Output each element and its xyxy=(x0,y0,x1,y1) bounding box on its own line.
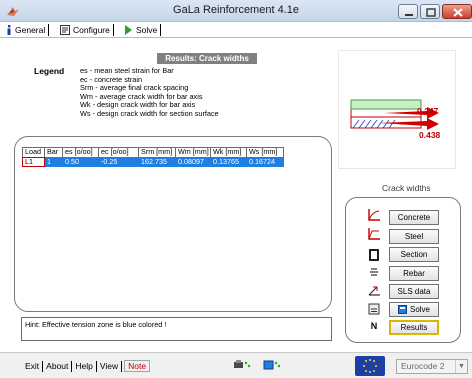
minimize-icon xyxy=(405,14,413,16)
concrete-diagram-icon[interactable] xyxy=(368,209,380,221)
legend-title: Legend xyxy=(34,66,65,76)
tab-separator xyxy=(160,24,162,36)
tab-bar: General Configure Solve xyxy=(0,22,472,38)
solve-button[interactable]: Solve xyxy=(389,302,439,317)
concrete-button[interactable]: Concrete xyxy=(389,210,439,225)
view-link[interactable]: View xyxy=(97,361,121,371)
eu-stars-icon xyxy=(363,359,377,373)
menu-separator xyxy=(121,360,123,372)
sls-data-button[interactable]: SLS data xyxy=(389,284,439,299)
column-header[interactable]: ec [o/oo] xyxy=(99,147,139,157)
tab-solve-label: Solve xyxy=(136,25,158,35)
design-code-value: Eurocode 2 xyxy=(401,361,445,371)
table-cell[interactable]: L1 xyxy=(22,157,45,167)
section-icon[interactable] xyxy=(368,249,380,261)
rebar-button[interactable]: Rebar xyxy=(389,266,439,281)
column-header[interactable]: Wm [mm] xyxy=(176,147,211,157)
tab-general-label: General xyxy=(15,25,46,35)
column-header[interactable]: Bar xyxy=(45,147,63,157)
section-title: Results: Crack widths xyxy=(157,53,257,64)
note-button[interactable]: Note xyxy=(124,360,151,372)
help-link[interactable]: Help xyxy=(72,361,95,371)
sls-data-icon[interactable] xyxy=(368,284,380,296)
tab-configure[interactable]: Configure xyxy=(60,24,114,36)
table-cell[interactable]: -0.25 xyxy=(99,157,139,167)
eu-flag-icon xyxy=(355,356,385,376)
section-diagram: 0.247 0.438 xyxy=(338,50,456,169)
crack-diagram-icon: 0.247 0.438 xyxy=(350,99,441,140)
play-icon xyxy=(125,25,132,35)
footer-menu: Exit About Help View Note xyxy=(22,360,151,372)
column-header[interactable]: Wk [mm] xyxy=(211,147,247,157)
table-header: Load Bar es [o/oo] ec [o/oo] Srm [mm] Wm… xyxy=(22,147,284,157)
about-link[interactable]: About xyxy=(43,361,71,371)
diagram-value-bottom: 0.438 xyxy=(419,130,441,140)
print-icon[interactable] xyxy=(233,359,251,371)
calculator-icon[interactable] xyxy=(368,303,380,315)
maximize-icon xyxy=(426,8,436,17)
table-cell[interactable]: 162.735 xyxy=(139,157,176,167)
legend-item: Ws - design crack width for section surf… xyxy=(80,108,219,118)
table-cell[interactable]: 0.08097 xyxy=(176,157,211,167)
maximize-button[interactable] xyxy=(420,4,440,19)
column-header[interactable]: Load xyxy=(22,147,45,157)
hint-box: Hint: Effective tension zone is blue col… xyxy=(21,317,332,341)
legend-list: es - mean steel strain for Bar ec - conc… xyxy=(80,66,219,119)
normal-force-icon[interactable]: N xyxy=(368,321,380,333)
chevron-down-icon[interactable]: ▼ xyxy=(455,360,467,373)
column-header[interactable]: Srm [mm] xyxy=(139,147,176,157)
close-icon xyxy=(453,8,463,17)
tab-separator xyxy=(112,24,114,36)
table-cell[interactable]: 0.13765 xyxy=(211,157,247,167)
tab-configure-label: Configure xyxy=(73,25,110,35)
close-button[interactable] xyxy=(442,4,472,19)
configure-icon xyxy=(60,25,70,35)
table-row[interactable]: L1 1 0.50 -0.25 162.735 0.08097 0.13765 … xyxy=(22,157,284,167)
steel-diagram-icon[interactable] xyxy=(368,228,380,240)
design-code-select[interactable]: Eurocode 2 ▼ xyxy=(396,359,468,374)
crack-widths-label: Crack widths xyxy=(382,183,431,193)
results-table[interactable]: Load Bar es [o/oo] ec [o/oo] Srm [mm] Wm… xyxy=(22,147,284,167)
exit-link[interactable]: Exit xyxy=(22,361,42,371)
solve-button-label: Solve xyxy=(409,305,430,314)
solve-icon xyxy=(397,305,407,314)
tab-separator xyxy=(48,24,50,36)
diagram-value-top: 0.247 xyxy=(417,106,439,116)
section-button[interactable]: Section xyxy=(389,247,439,262)
column-header[interactable]: Ws [mm] xyxy=(247,147,284,157)
info-icon xyxy=(7,25,11,35)
minimize-button[interactable] xyxy=(398,4,418,19)
table-cell[interactable]: 0.16724 xyxy=(247,157,284,167)
title-bar: GaLa Reinforcement 4.1e xyxy=(0,0,472,22)
table-cell[interactable]: 0.50 xyxy=(63,157,99,167)
table-cell[interactable]: 1 xyxy=(45,157,63,167)
results-button[interactable]: Results xyxy=(389,320,439,335)
tab-general[interactable]: General xyxy=(6,24,50,36)
steel-button[interactable]: Steel xyxy=(389,229,439,244)
tab-solve[interactable]: Solve xyxy=(124,24,162,36)
column-header[interactable]: es [o/oo] xyxy=(63,147,99,157)
rebar-icon[interactable] xyxy=(368,266,380,278)
export-icon[interactable] xyxy=(263,359,281,371)
